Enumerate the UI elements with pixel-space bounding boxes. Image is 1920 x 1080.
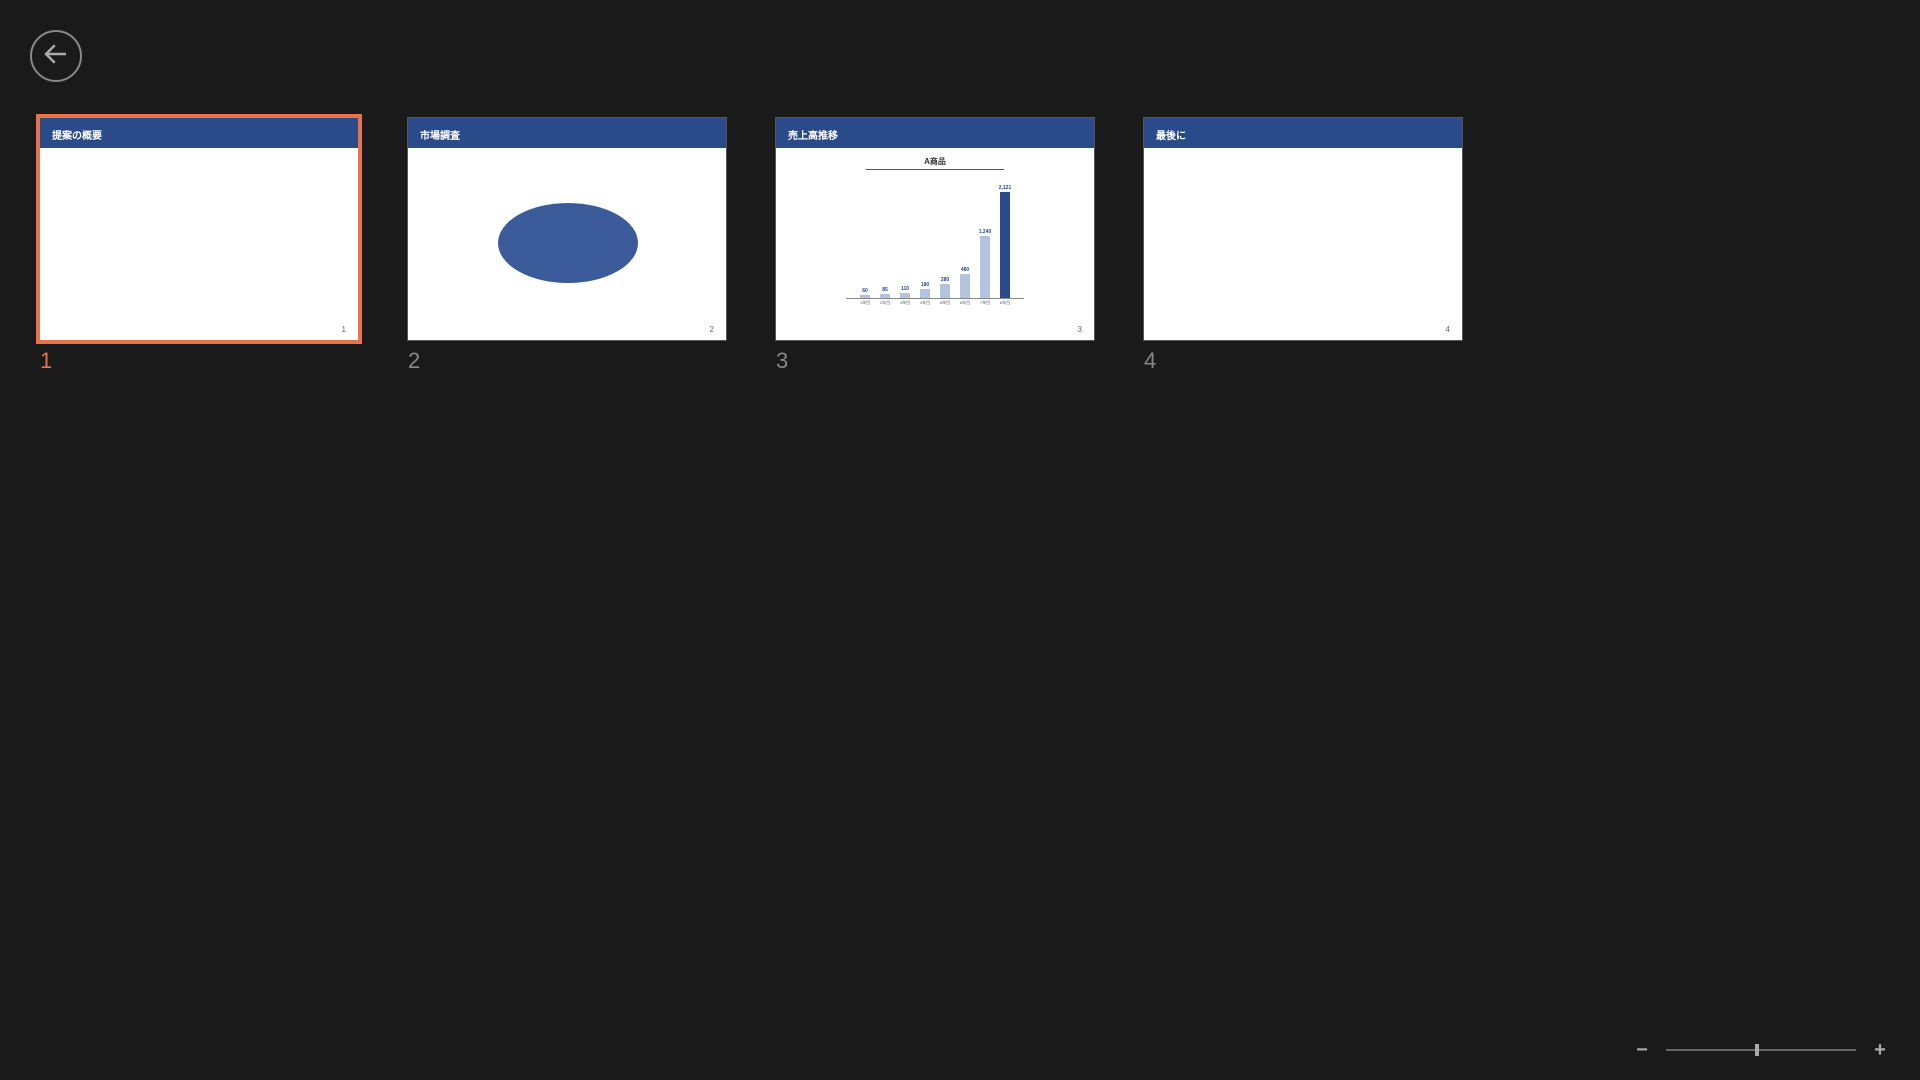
slide-wrapper-1: 提案の概要 1 1 [40, 118, 358, 374]
bar-value-label: 480 [961, 267, 969, 273]
chart-bars: 60 85 110 180 280 480 1,240 2,121 [846, 174, 1024, 299]
chart-x-labels: 1年目 2年目 3年目 4年目 5年目 6年目 7年目 8年目 [846, 300, 1024, 306]
bar: 1,240 [978, 229, 992, 298]
bar-value-label: 280 [941, 277, 949, 283]
ellipse-shape [498, 203, 638, 283]
slide-title: 最後に [1144, 118, 1462, 148]
slide-thumbnail-1[interactable]: 提案の概要 1 [40, 118, 358, 340]
slide-wrapper-4: 最後に 4 4 [1144, 118, 1462, 374]
x-label: 4年目 [918, 300, 932, 306]
chart-title: A商品 [866, 156, 1004, 170]
x-label: 2年目 [878, 300, 892, 306]
bar-rect [920, 289, 930, 298]
slide-title: 提案の概要 [40, 118, 358, 148]
bar: 180 [918, 282, 932, 298]
slide-wrapper-3: 売上高推移 A商品 60 85 110 180 280 480 1,240 2,121 1年目 2年目… [776, 118, 1094, 374]
bar: 110 [898, 286, 912, 299]
bar-value-label: 180 [921, 282, 929, 288]
bar-rect [940, 284, 950, 298]
slide-thumbnail-2[interactable]: 市場調査 2 [408, 118, 726, 340]
x-label: 3年目 [898, 300, 912, 306]
bar-value-label: 110 [901, 286, 909, 292]
bar: 60 [858, 288, 872, 298]
bar: 480 [958, 267, 972, 298]
slide-thumbnail-3[interactable]: 売上高推移 A商品 60 85 110 180 280 480 1,240 2,121 1年目 2年目… [776, 118, 1094, 340]
slide-number-label: 4 [1144, 348, 1462, 374]
x-label: 1年目 [858, 300, 872, 306]
zoom-slider-thumb[interactable] [1755, 1044, 1759, 1056]
back-button[interactable] [30, 30, 82, 82]
slide-number-label: 1 [40, 348, 358, 374]
slide-inner-page-number: 1 [342, 325, 346, 334]
slide-number-label: 2 [408, 348, 726, 374]
bar-rect [980, 236, 990, 298]
back-arrow-icon [41, 39, 71, 74]
slide-inner-page-number: 2 [710, 325, 714, 334]
chart-area: A商品 60 85 110 180 280 480 1,240 2,121 1年目 2年目 3年目 4年… [846, 156, 1024, 320]
bar: 2,121 [998, 185, 1012, 298]
slides-grid: 提案の概要 1 1 市場調査 2 2 売上高推移 A商品 60 85 110 180 280 480 1,2… [40, 118, 1462, 374]
zoom-out-button[interactable]: − [1632, 1040, 1652, 1060]
bar: 85 [878, 287, 892, 298]
zoom-slider[interactable] [1666, 1049, 1856, 1051]
slide-inner-page-number: 4 [1446, 325, 1450, 334]
slide-wrapper-2: 市場調査 2 2 [408, 118, 726, 374]
bar-rect [900, 293, 910, 299]
bar-value-label: 60 [862, 288, 868, 294]
bar-rect [880, 294, 890, 298]
x-label: 7年目 [978, 300, 992, 306]
slide-inner-page-number: 3 [1078, 325, 1082, 334]
slide-title: 市場調査 [408, 118, 726, 148]
x-label: 6年目 [958, 300, 972, 306]
zoom-controls: − + [1632, 1040, 1890, 1060]
bar-value-label: 2,121 [999, 185, 1012, 191]
slide-thumbnail-4[interactable]: 最後に 4 [1144, 118, 1462, 340]
bar-rect [960, 274, 970, 298]
slide-number-label: 3 [776, 348, 1094, 374]
x-label: 5年目 [938, 300, 952, 306]
bar-value-label: 85 [882, 287, 888, 293]
zoom-in-button[interactable]: + [1870, 1040, 1890, 1060]
x-label: 8年目 [998, 300, 1012, 306]
bar-rect [1000, 192, 1010, 298]
slide-title: 売上高推移 [776, 118, 1094, 148]
bar-rect [860, 295, 870, 298]
bar: 280 [938, 277, 952, 298]
bar-value-label: 1,240 [979, 229, 992, 235]
